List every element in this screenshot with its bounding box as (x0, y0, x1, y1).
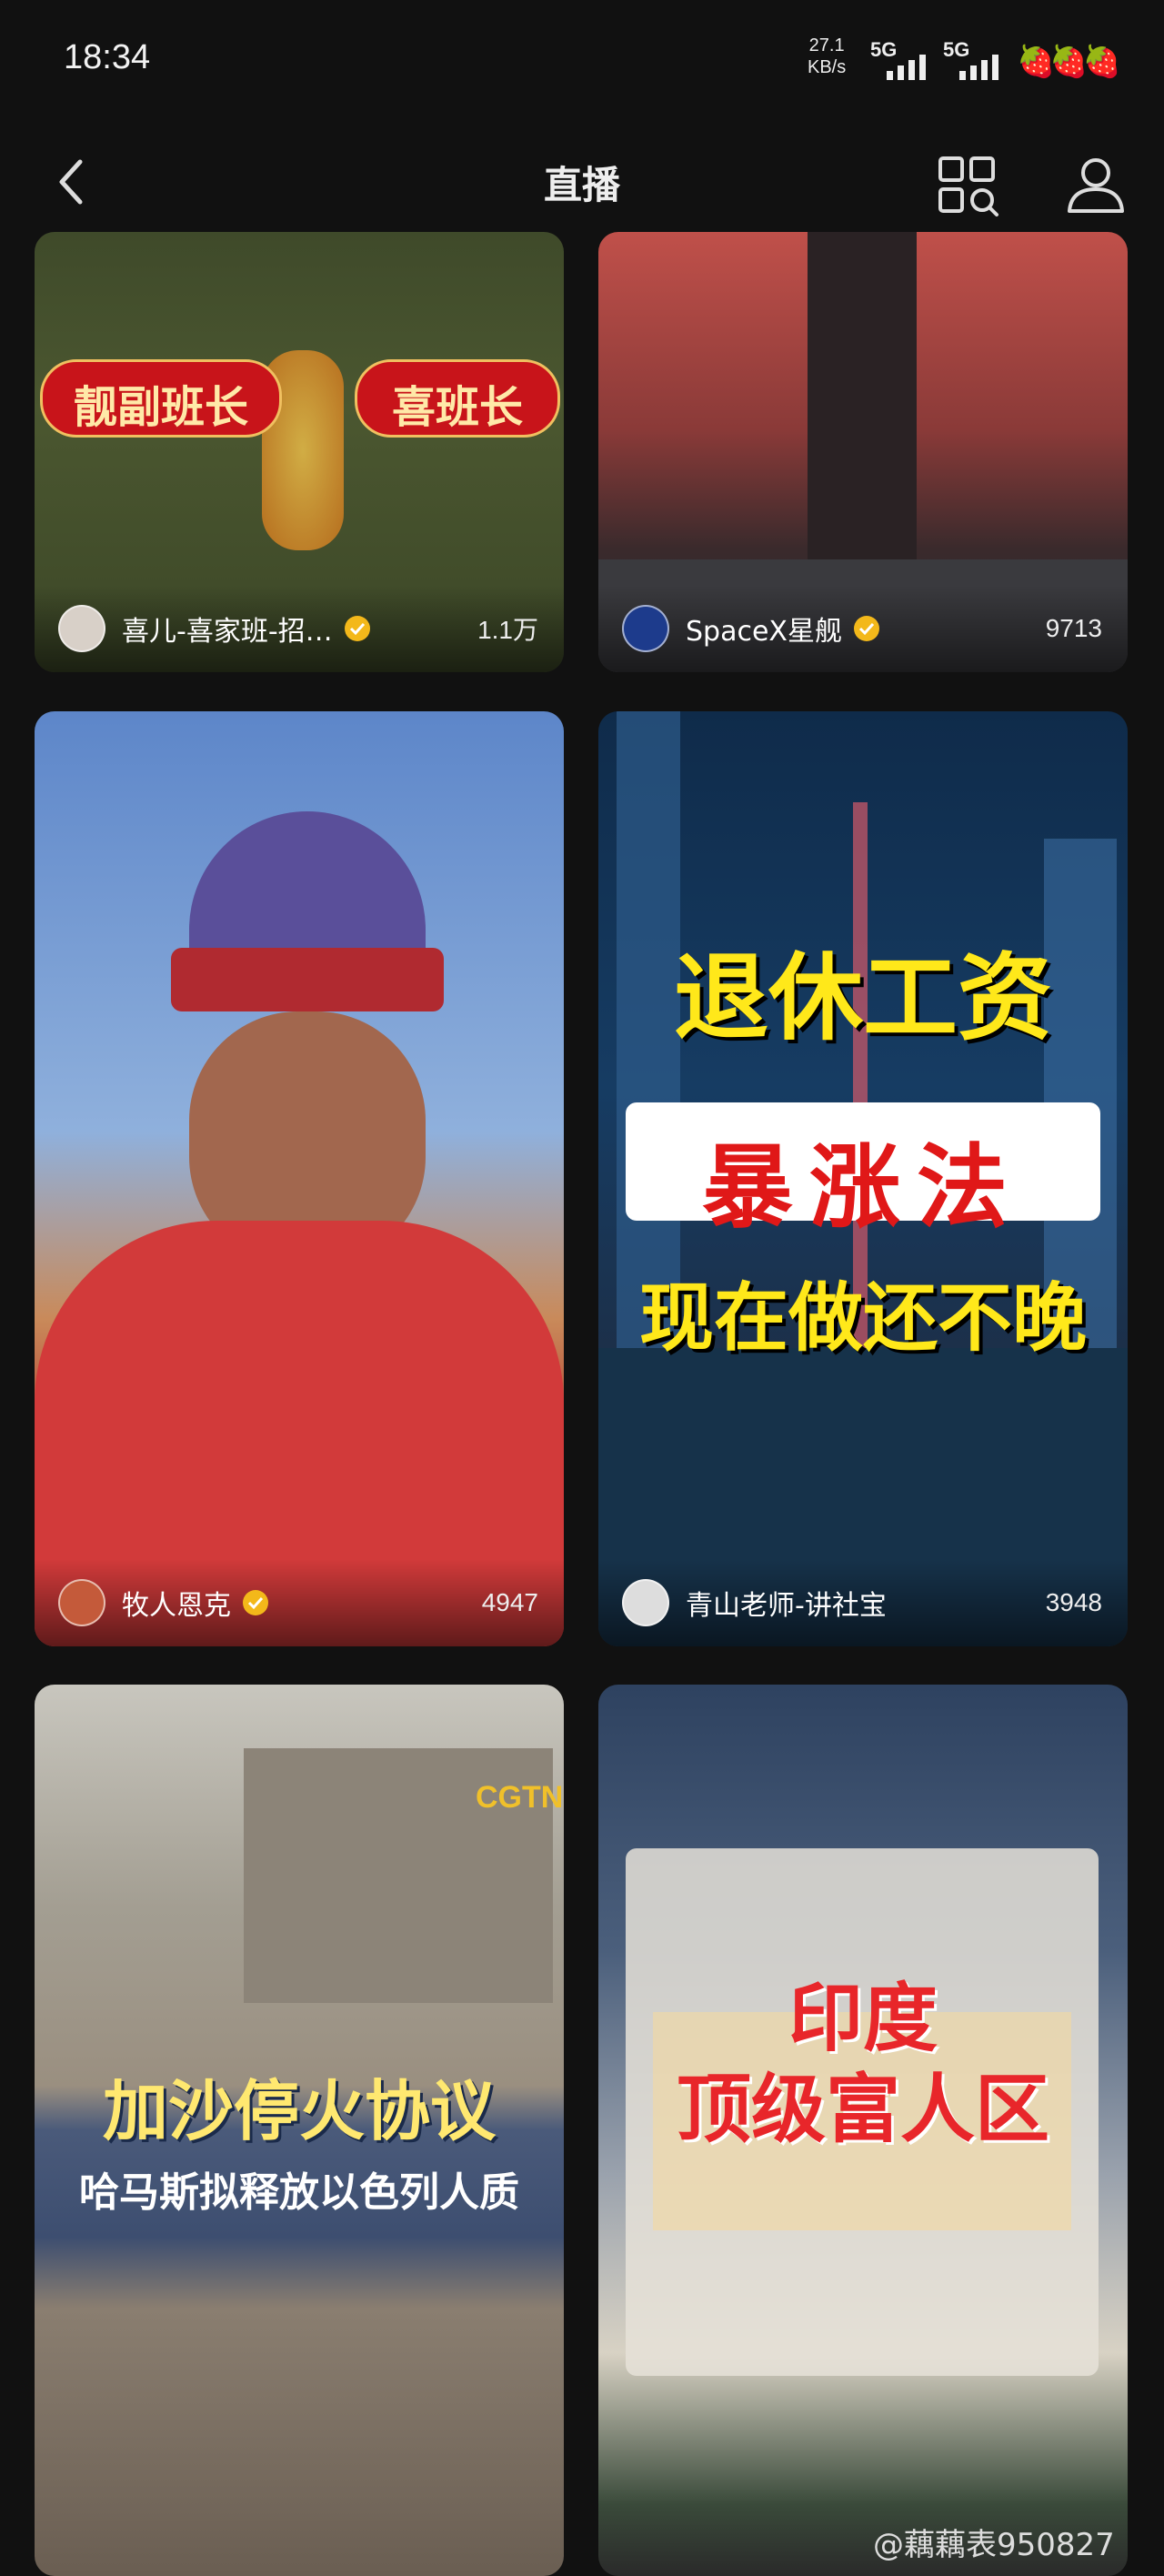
user-icon[interactable] (1064, 153, 1128, 216)
speed-unit: KB/s (808, 57, 847, 77)
live-card[interactable]: 退休工资 暴涨法 现在做还不晚 青山老师-讲社宝 3948 (598, 711, 1128, 1646)
live-card[interactable]: 印度 顶级富人区 (598, 1685, 1128, 2576)
card-meta: 青山老师-讲社宝 3948 (598, 1559, 1128, 1646)
status-bar: 18:34 27.1 KB/s 5G 5G 🍓🍓🍓 (0, 0, 1164, 127)
avatar[interactable] (58, 605, 105, 652)
viewer-count: 3948 (1045, 1588, 1102, 1616)
overlay-subtitle: 顶级富人区 (676, 2067, 1049, 2153)
viewer-count: 9713 (1045, 614, 1102, 642)
signal-icon (887, 47, 926, 80)
badge: 喜班长 (355, 359, 560, 438)
strawberry-battery-icon: 🍓🍓🍓 (1017, 44, 1121, 80)
viewer-count: 1.1万 (477, 616, 538, 644)
overlay-title: 靓副班长 (73, 382, 248, 433)
scan-search-icon[interactable] (937, 155, 1000, 218)
card-meta: 喜儿-喜家班-招… 1.1万 (35, 585, 564, 672)
avatar[interactable] (622, 605, 669, 652)
top-nav: 直播 (0, 127, 1164, 236)
overlay-title: 退休工资 (673, 942, 1052, 1053)
streamer-name: 青山老师-讲社宝 (686, 1590, 887, 1622)
streamer-name: SpaceX星舰 (686, 616, 842, 648)
avatar[interactable] (58, 1579, 105, 1626)
network-speed: 27.1 KB/s (808, 35, 846, 78)
speed-value: 27.1 (808, 35, 845, 55)
verified-icon (853, 616, 879, 641)
overlay-caption: 现在做还不晚 (638, 1275, 1087, 1362)
overlay-title: 喜班长 (391, 382, 523, 433)
live-card[interactable]: 牧人恩克 4947 (35, 711, 564, 1646)
streamer-name: 牧人恩克 (122, 1590, 231, 1622)
watermark: @藕藕表950827 (873, 2527, 1115, 2563)
overlay-title: 加沙停火协议 (102, 2073, 496, 2149)
card-meta: SpaceX星舰 9713 (598, 585, 1128, 672)
card-meta: 牧人恩克 4947 (35, 1559, 564, 1646)
thumbnail (35, 711, 564, 1646)
live-card[interactable]: 靓副班长 喜班长 喜儿-喜家班-招… 1.1万 (35, 232, 564, 672)
channel-logo: CGTN (476, 1780, 564, 1815)
live-card[interactable]: SpaceX星舰 9713 (598, 232, 1128, 672)
live-card[interactable]: CGTN 加沙停火协议 哈马斯拟释放以色列人质 (35, 1685, 564, 2576)
overlay-subtitle: 哈马斯拟释放以色列人质 (79, 2169, 519, 2216)
verified-icon (344, 616, 370, 641)
streamer-name: 喜儿-喜家班-招… (122, 616, 333, 648)
badge: 靓副班长 (40, 359, 282, 438)
viewer-count: 4947 (481, 1588, 538, 1616)
clock: 18:34 (64, 38, 151, 76)
overlay-subtitle: 暴涨法 (702, 1134, 1024, 1241)
avatar[interactable] (622, 1579, 669, 1626)
banner: 暴涨法 (626, 1102, 1100, 1241)
signal-icon (959, 47, 998, 80)
verified-icon (243, 1590, 268, 1615)
